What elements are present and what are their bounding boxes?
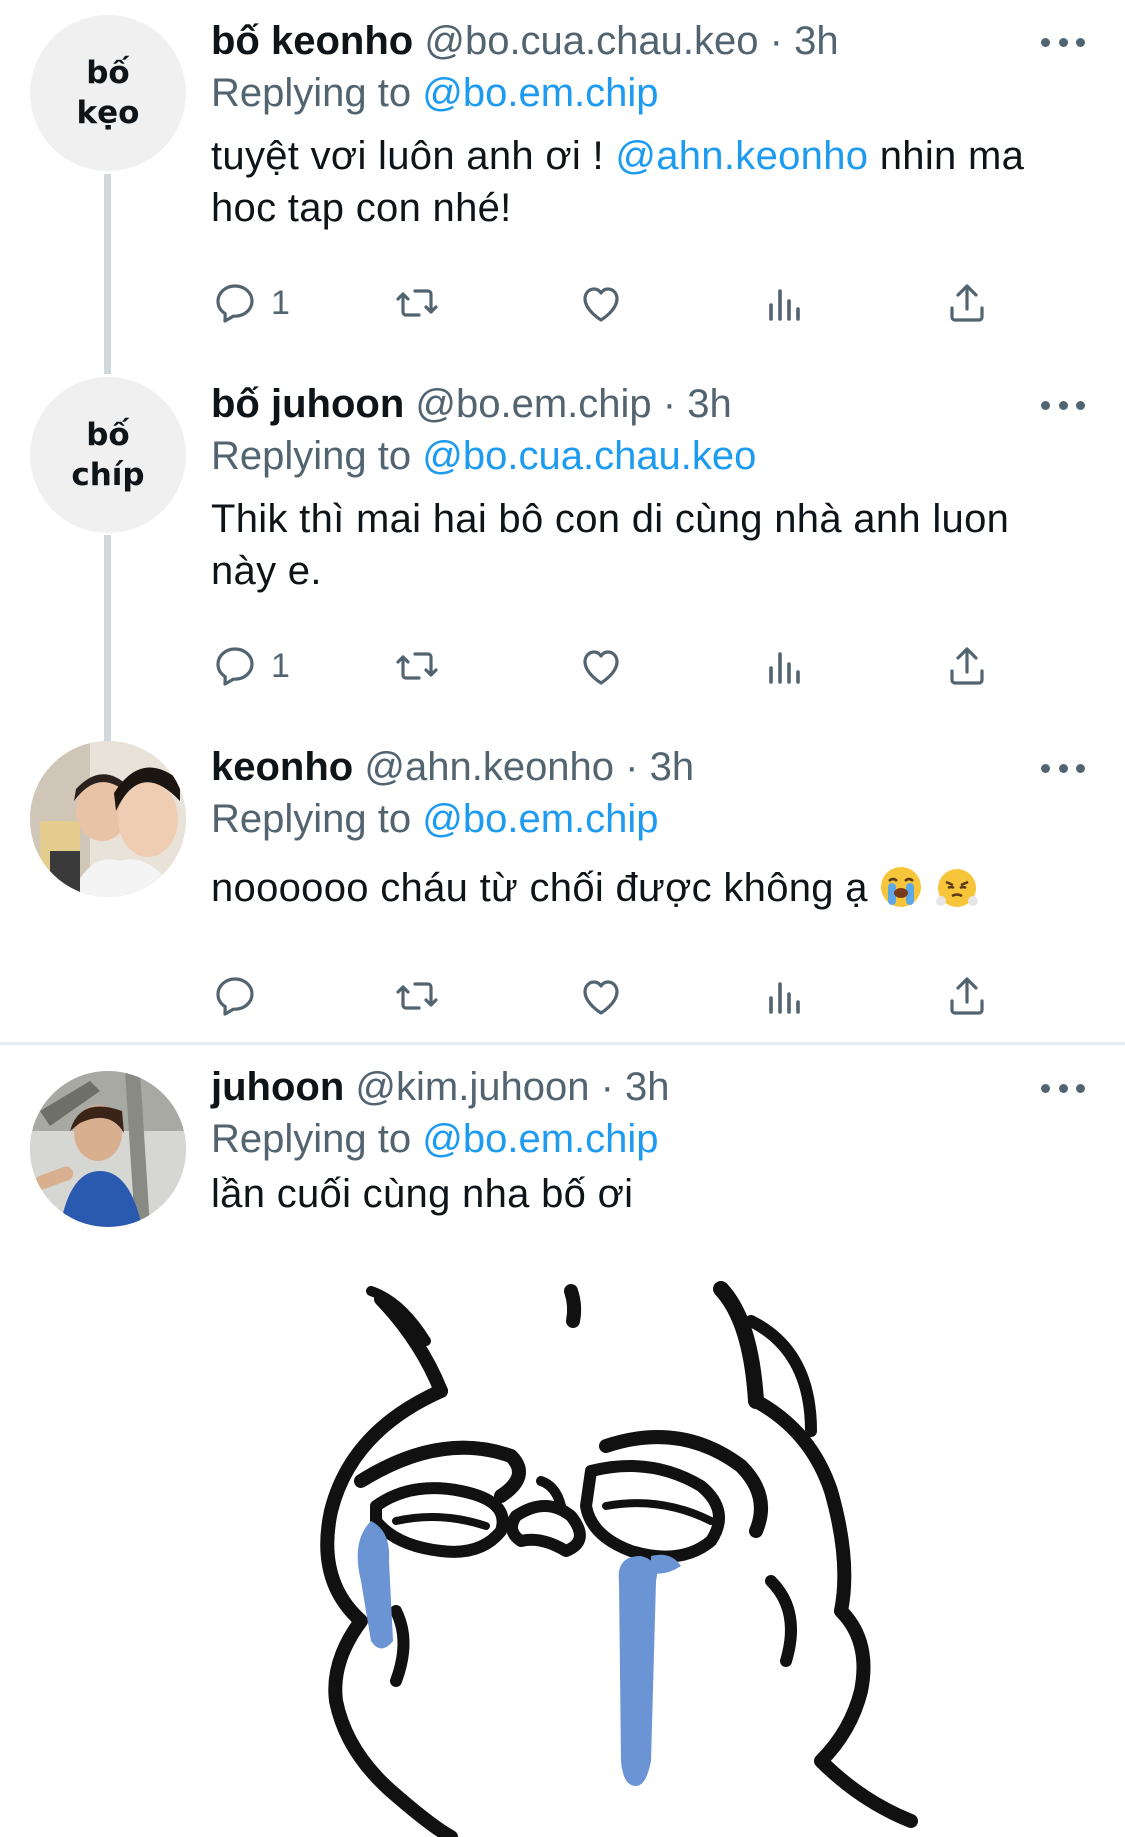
share-icon [943, 972, 991, 1020]
share-icon [943, 642, 991, 690]
like-button[interactable] [577, 636, 625, 696]
analytics-icon [761, 972, 809, 1020]
reply-icon [211, 642, 259, 690]
action-bar: 1 [211, 636, 1031, 696]
analytics-button[interactable] [761, 273, 809, 333]
tweet-header: juhoon @kim.juhoon · 3h [211, 1062, 1085, 1112]
tweet-header: bố keonho @bo.cua.chau.keo · 3h [211, 16, 1085, 66]
display-name[interactable]: bố keonho [211, 19, 413, 63]
replying-to-link[interactable]: @bo.em.chip [422, 1117, 658, 1161]
reply-button[interactable]: 1 [211, 273, 290, 333]
replying-to-link[interactable]: @bo.em.chip [422, 71, 658, 115]
replying-label: Replying to [211, 797, 412, 841]
replying-to: Replying to @bo.em.chip [211, 794, 1085, 844]
mention-link[interactable]: @ahn.keonho [615, 134, 868, 178]
reply-button[interactable]: 1 [211, 636, 290, 696]
separator: · [625, 745, 639, 789]
analytics-button[interactable] [761, 966, 809, 1026]
timestamp[interactable]: 3h [650, 745, 695, 789]
tweet[interactable]: keonho @ahn.keonho · 3h Replying to @bo.… [0, 725, 1125, 1045]
tweet-header: bố juhoon @bo.em.chip · 3h [211, 379, 1085, 429]
avatar[interactable]: bố kẹo [30, 15, 186, 171]
avatar-text: bố kẹo [76, 55, 140, 131]
reply-count: 1 [271, 283, 290, 322]
avatar-text: bố chíp [71, 417, 145, 493]
tweet-text-part: noooooo cháu từ chối được không ạ [211, 866, 880, 910]
timestamp[interactable]: 3h [794, 19, 839, 63]
like-icon [577, 279, 625, 327]
tweet-text: noooooo cháu từ chối được không ạ [211, 862, 1085, 914]
crying-cartoon-face-drawing [320, 1281, 918, 1837]
retweet-button[interactable] [393, 966, 441, 1026]
action-bar [211, 966, 1031, 1026]
tweet-text: tuyệt vơi luôn anh ơi ! @ahn.keonho nhin… [211, 130, 1085, 234]
retweet-button[interactable] [393, 636, 441, 696]
replying-to: Replying to @bo.em.chip [211, 1114, 1085, 1164]
analytics-icon [761, 642, 809, 690]
reply-icon [211, 972, 259, 1020]
avatar-photo [30, 741, 186, 897]
share-button[interactable] [943, 966, 991, 1026]
replying-to: Replying to @bo.em.chip [211, 68, 1085, 118]
retweet-icon [393, 972, 441, 1020]
more-icon[interactable] [1041, 1080, 1085, 1096]
tweet[interactable]: bố chíp bố juhoon @bo.em.chip · 3h Reply… [0, 362, 1125, 742]
tweet-header: keonho @ahn.keonho · 3h [211, 742, 1085, 792]
reply-count: 1 [271, 646, 290, 685]
tweet-text-part: tuyệt vơi luôn anh ơi ! [211, 134, 616, 178]
replying-to-link[interactable]: @bo.em.chip [422, 797, 658, 841]
replying-label: Replying to [211, 1117, 412, 1161]
like-icon [577, 972, 625, 1020]
tweet-text: lần cuối cùng nha bố ơi [211, 1172, 634, 1216]
face-with-steam-emoji [935, 869, 978, 907]
avatar[interactable] [30, 741, 186, 897]
reply-button[interactable] [211, 966, 259, 1026]
like-button[interactable] [577, 966, 625, 1026]
user-handle[interactable]: @bo.em.chip [415, 382, 651, 426]
user-handle[interactable]: @kim.juhoon [355, 1065, 589, 1109]
retweet-button[interactable] [393, 273, 441, 333]
display-name[interactable]: keonho [211, 745, 353, 789]
separator: · [600, 1065, 614, 1109]
analytics-icon [761, 279, 809, 327]
replying-to-link[interactable]: @bo.cua.chau.keo [422, 434, 756, 478]
share-icon [943, 279, 991, 327]
share-button[interactable] [943, 636, 991, 696]
more-icon[interactable] [1041, 34, 1085, 50]
separator: · [769, 19, 783, 63]
avatar-photo [30, 1071, 186, 1227]
action-bar: 1 [211, 273, 1031, 333]
reply-icon [211, 279, 259, 327]
like-button[interactable] [577, 273, 625, 333]
display-name[interactable]: juhoon [211, 1065, 344, 1109]
more-icon[interactable] [1041, 760, 1085, 776]
avatar[interactable] [30, 1071, 186, 1227]
retweet-icon [393, 279, 441, 327]
replying-label: Replying to [211, 71, 412, 115]
like-icon [577, 642, 625, 690]
analytics-button[interactable] [761, 636, 809, 696]
user-handle[interactable]: @bo.cua.chau.keo [424, 19, 758, 63]
separator: · [662, 382, 677, 426]
user-handle[interactable]: @ahn.keonho [364, 745, 614, 789]
replying-label: Replying to [211, 434, 412, 478]
share-button[interactable] [943, 273, 991, 333]
tweet[interactable]: bố kẹo bố keonho @bo.cua.chau.keo · 3h R… [0, 0, 1125, 370]
timestamp[interactable]: 3h [625, 1065, 670, 1109]
display-name[interactable]: bố juhoon [211, 382, 404, 426]
more-icon[interactable] [1041, 397, 1085, 413]
replying-to: Replying to @bo.cua.chau.keo [211, 431, 1085, 481]
timestamp[interactable]: 3h [687, 382, 732, 426]
tweet-media-image[interactable] [211, 1281, 1055, 1837]
retweet-icon [393, 642, 441, 690]
loudly-crying-face-emoji [881, 867, 922, 907]
avatar[interactable]: bố chíp [30, 377, 186, 533]
tweet-text: Thik thì mai hai bô con di cùng nhà anh … [211, 497, 1010, 593]
